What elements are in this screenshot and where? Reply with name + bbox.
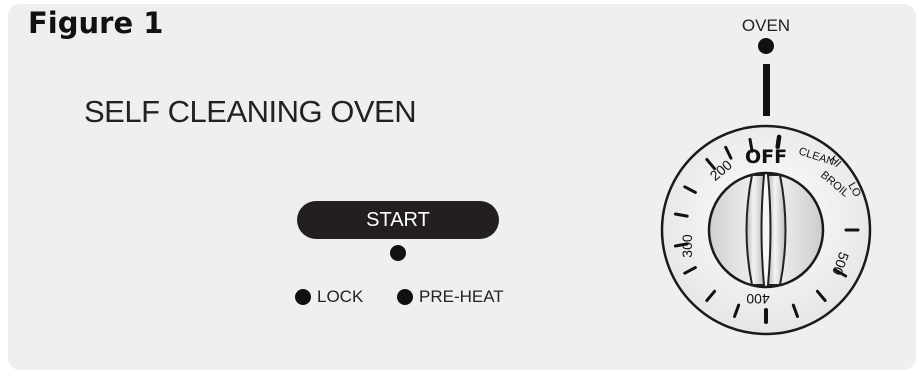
dial-label-400: 400 bbox=[746, 291, 770, 307]
oven-indicator-light bbox=[758, 38, 774, 54]
dial-label-off: OFF bbox=[745, 146, 787, 168]
knob-pointer-line bbox=[763, 64, 770, 116]
knob-grip-right bbox=[766, 174, 787, 286]
knob-grip-left bbox=[745, 174, 766, 286]
dial-label-300: 300 bbox=[679, 234, 695, 258]
dial-tick bbox=[673, 212, 689, 218]
oven-knob-diagram: OVEN OFF CLEAN HI BROIL LO 200 300 400 5… bbox=[660, 16, 872, 336]
oven-dial[interactable]: OFF CLEAN HI BROIL LO 200 300 400 500 bbox=[660, 124, 872, 336]
oven-knob-label: OVEN bbox=[742, 16, 790, 35]
knob-body bbox=[707, 171, 825, 289]
